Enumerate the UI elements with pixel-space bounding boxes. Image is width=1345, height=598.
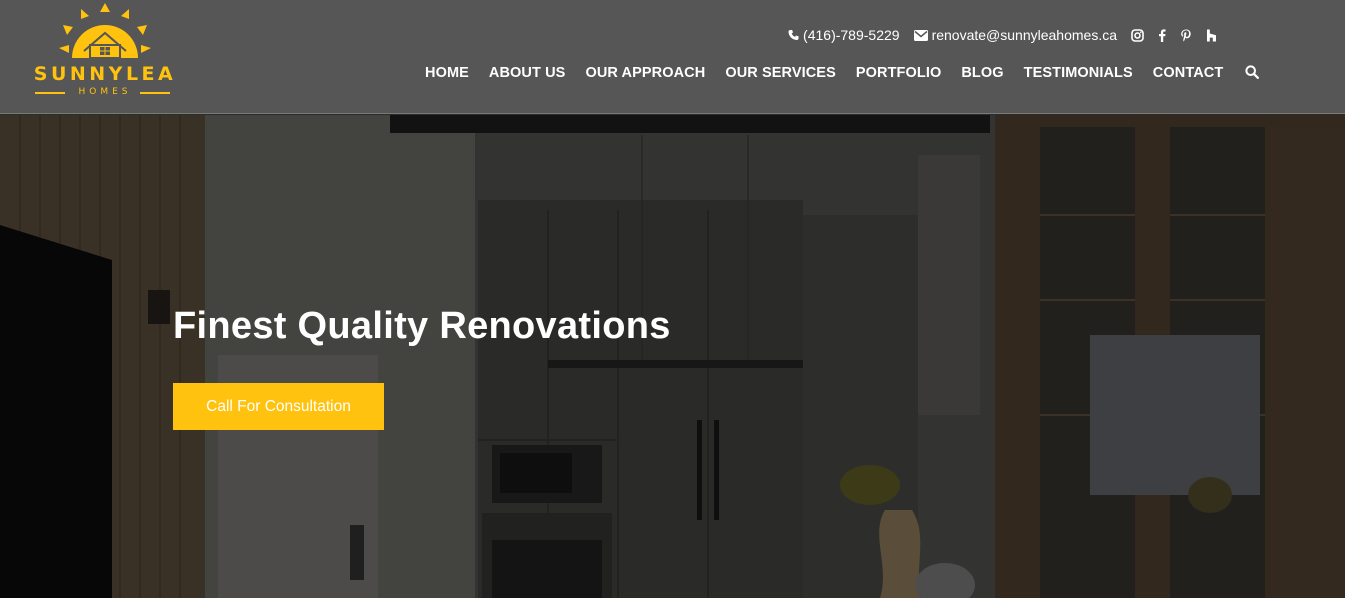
phone-icon — [788, 29, 799, 41]
houzz-icon — [1207, 29, 1216, 41]
nav-contact[interactable]: CONTACT — [1153, 65, 1224, 81]
nav-portfolio[interactable]: PORTFOLIO — [856, 65, 941, 81]
main-nav: HOME ABOUT US OUR APPROACH OUR SERVICES … — [425, 63, 1259, 83]
hero-section: Finest Quality Renovations Call For Cons… — [0, 115, 1345, 598]
nav-our-approach[interactable]: OUR APPROACH — [585, 65, 705, 81]
pinterest-icon — [1181, 29, 1191, 41]
sun-house-logo-icon — [59, 3, 151, 59]
nav-our-services[interactable]: OUR SERVICES — [725, 65, 836, 81]
instagram-link[interactable] — [1131, 28, 1144, 42]
nav-home[interactable]: HOME — [425, 65, 469, 81]
logo-line-right — [140, 92, 170, 94]
email-link[interactable]: renovate@sunnyleahomes.ca — [913, 27, 1117, 43]
instagram-icon — [1131, 28, 1144, 42]
pinterest-link[interactable] — [1180, 29, 1192, 42]
email-address: renovate@sunnyleahomes.ca — [931, 27, 1117, 43]
contact-bar: (416)-789-5229 renovate@sunnyleahomes.ca — [774, 26, 1217, 44]
nav-testimonials[interactable]: TESTIMONIALS — [1024, 65, 1133, 81]
houzz-link[interactable] — [1206, 29, 1217, 42]
hero-title: Finest Quality Renovations — [173, 305, 671, 347]
logo-wordmark: SUNNYLEA — [33, 63, 177, 85]
nav-blog[interactable]: BLOG — [961, 65, 1003, 81]
facebook-icon — [1159, 28, 1166, 42]
envelope-icon — [913, 29, 928, 41]
facebook-link[interactable] — [1158, 28, 1166, 42]
search-icon[interactable] — [1245, 65, 1259, 79]
call-consultation-button[interactable]: Call For Consultation — [173, 383, 384, 430]
phone-number: (416)-789-5229 — [803, 27, 900, 43]
logo[interactable]: SUNNYLEA HOMES — [32, 3, 178, 101]
phone-link[interactable]: (416)-789-5229 — [788, 27, 900, 43]
site-header: SUNNYLEA HOMES (416)-789-5229 renovate@s… — [0, 0, 1345, 114]
hero-dark-overlay — [0, 115, 1345, 598]
nav-about-us[interactable]: ABOUT US — [489, 65, 566, 81]
